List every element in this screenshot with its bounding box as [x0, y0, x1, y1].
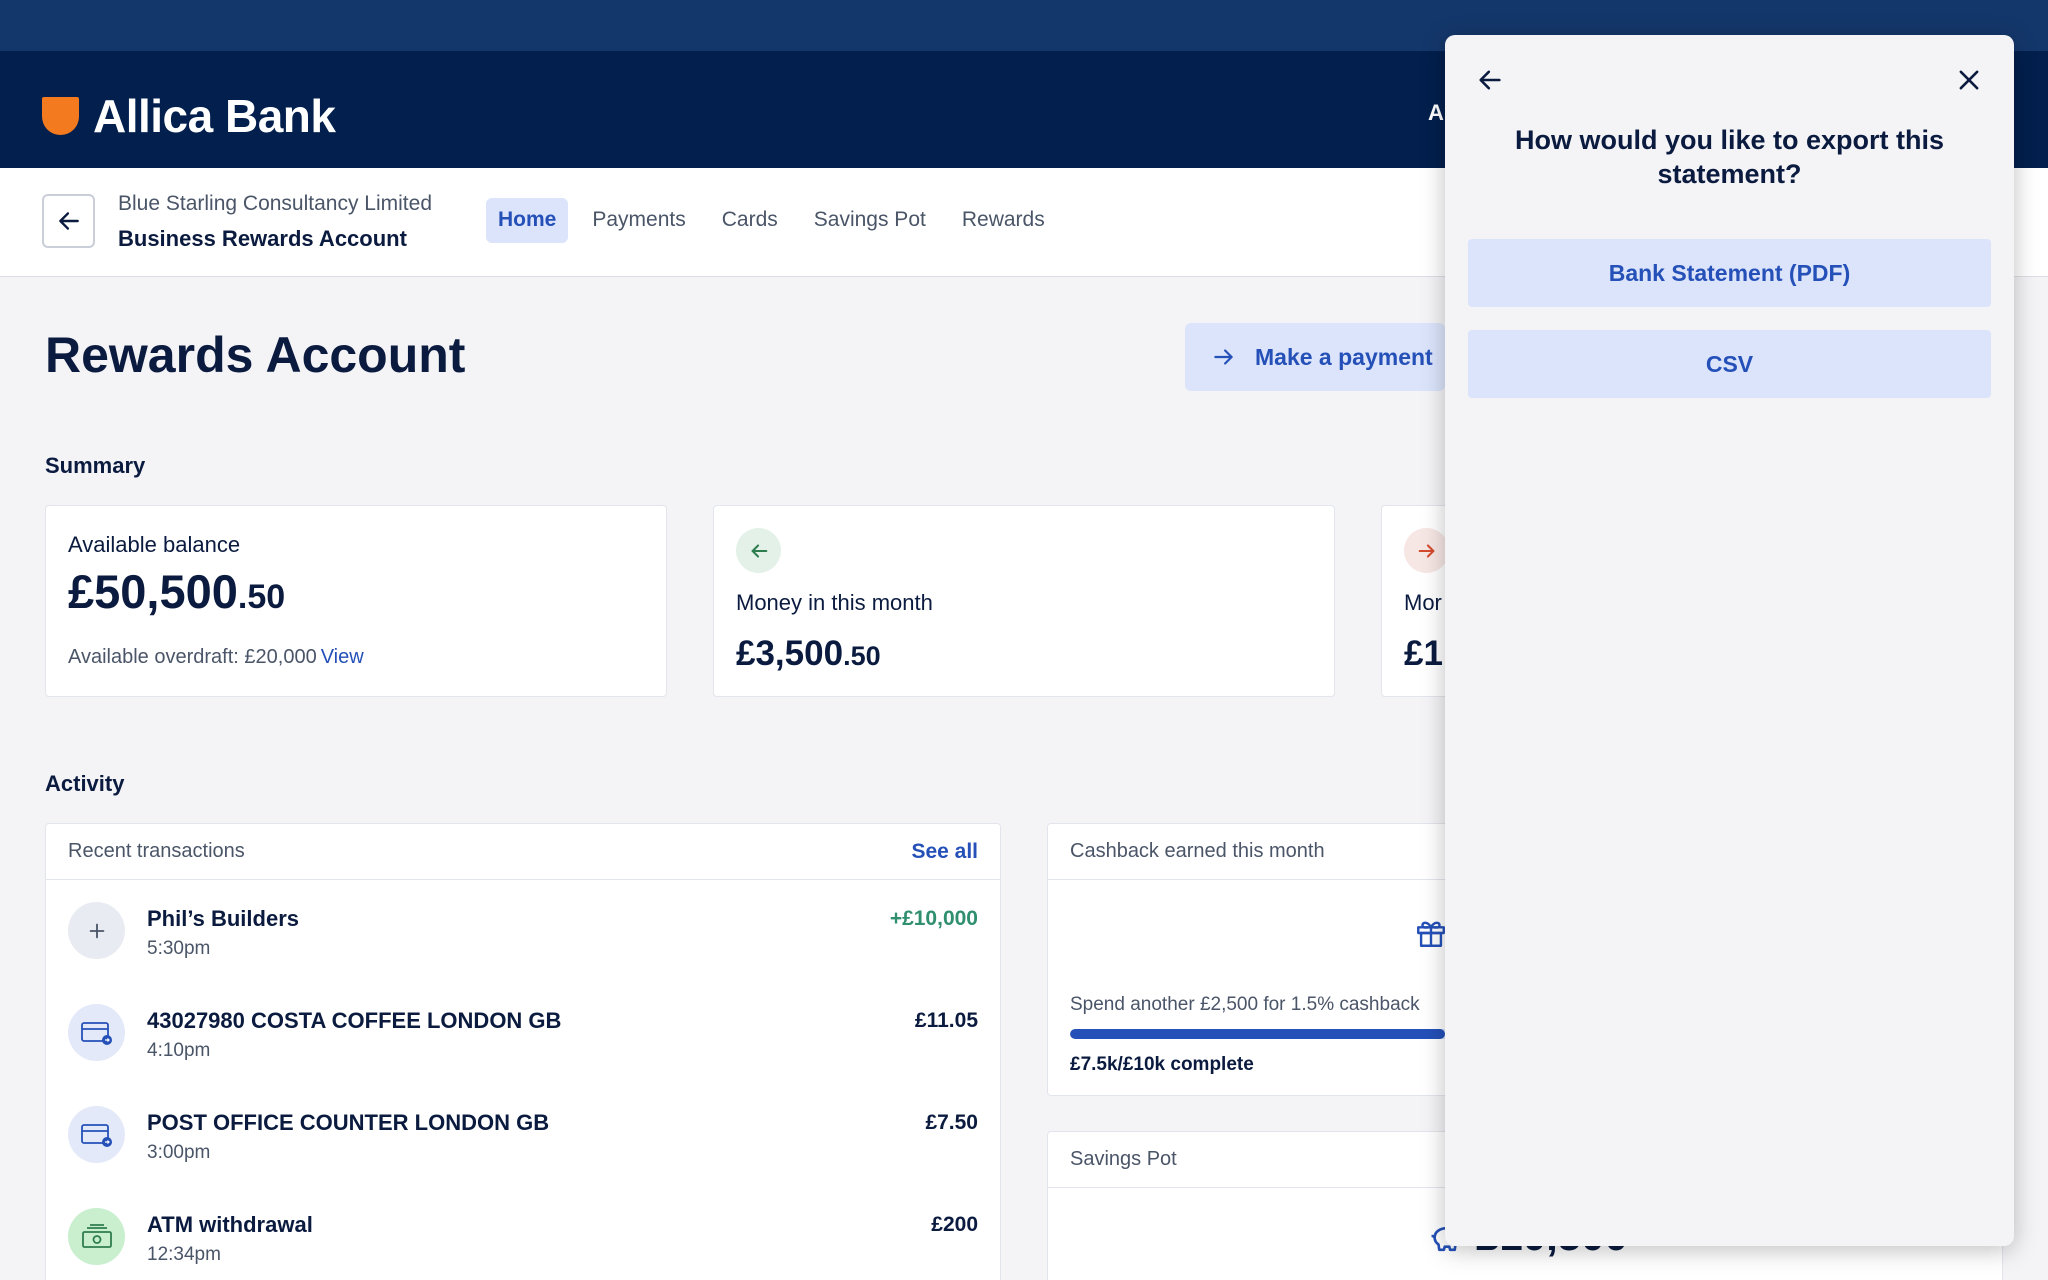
- arrow-right-icon: [1214, 349, 1233, 365]
- money-in-whole: £3,500: [736, 634, 844, 673]
- cashback-progress-label: £7.5k/£10k complete: [1070, 1054, 1254, 1075]
- arrow-left-icon: [1479, 70, 1501, 90]
- transaction-time: 12:34pm: [147, 1244, 221, 1265]
- overdraft-line: Available overdraft: £20,000 View: [68, 646, 364, 669]
- gift-icon: [1417, 921, 1445, 947]
- export-pdf-button[interactable]: Bank Statement (PDF): [1468, 239, 1991, 307]
- money-out-icon: [1404, 528, 1449, 573]
- recent-transactions-title: Recent transactions: [68, 840, 245, 862]
- transaction-time: 3:00pm: [147, 1142, 211, 1163]
- money-in-icon: [736, 528, 781, 573]
- money-in-pence: .50: [843, 641, 881, 671]
- allica-logo[interactable]: Allica Bank: [42, 89, 336, 143]
- shield-logo-icon: [42, 97, 79, 135]
- card-icon: [68, 1106, 125, 1163]
- close-icon: [1959, 70, 1979, 90]
- account-company-name: Blue Starling Consultancy Limited: [118, 192, 432, 215]
- modal-close-button[interactable]: [1952, 63, 1986, 97]
- transaction-amount: £7.50: [925, 1111, 978, 1134]
- modal-back-button[interactable]: [1473, 63, 1507, 97]
- export-statement-modal: How would you like to export this statem…: [1445, 35, 2014, 1246]
- cashback-spend-text: Spend another £2,500 for 1.5% cashback: [1070, 994, 1420, 1015]
- balance-pence: .50: [237, 578, 286, 616]
- make-payment-label: Make a payment: [1255, 343, 1433, 370]
- transaction-row[interactable]: 43027980 COSTA COFFEE LONDON GB 4:10pm £…: [46, 982, 1000, 1084]
- make-payment-button[interactable]: Make a payment: [1185, 323, 1445, 391]
- cashback-progress-fill: [1070, 1029, 1445, 1039]
- transaction-time: 4:10pm: [147, 1040, 211, 1061]
- transaction-row[interactable]: Phil’s Builders 5:30pm +£10,000: [46, 880, 1000, 982]
- account-tabs: Home Payments Cards Savings Pot Rewards: [486, 198, 1057, 243]
- tab-payments[interactable]: Payments: [580, 198, 697, 243]
- modal-title: How would you like to export this statem…: [1514, 125, 1945, 189]
- cash-icon: [68, 1208, 125, 1265]
- see-all-link[interactable]: See all: [911, 840, 978, 864]
- money-in-label: Money in this month: [736, 590, 933, 615]
- transaction-time: 5:30pm: [147, 938, 211, 959]
- savings-pot-title: Savings Pot: [1070, 1148, 1177, 1170]
- activity-heading: Activity: [45, 771, 125, 796]
- money-in-amount: £3,500.50: [736, 634, 881, 674]
- summary-heading: Summary: [45, 453, 146, 478]
- arrow-right-icon: [1418, 543, 1434, 558]
- plus-icon: [68, 902, 125, 959]
- tab-savings-pot[interactable]: Savings Pot: [802, 198, 938, 243]
- transaction-row[interactable]: POST OFFICE COUNTER LONDON GB 3:00pm £7.…: [46, 1084, 1000, 1186]
- transaction-name: ATM withdrawal: [147, 1212, 313, 1237]
- cashback-title: Cashback earned this month: [1070, 840, 1325, 862]
- arrow-left-icon: [751, 543, 767, 558]
- transaction-name: Phil’s Builders: [147, 906, 300, 931]
- money-in-card: Money in this month £3,500.50: [713, 505, 1335, 697]
- header-nav-clipped[interactable]: A: [1428, 100, 1444, 126]
- transaction-amount: £11.05: [914, 1009, 978, 1032]
- balance-amount: £50,500.50: [68, 564, 285, 619]
- transaction-name: POST OFFICE COUNTER LONDON GB: [147, 1110, 550, 1135]
- balance-whole: £50,500: [68, 565, 238, 618]
- tab-rewards[interactable]: Rewards: [950, 198, 1057, 243]
- export-csv-button[interactable]: CSV: [1468, 330, 1991, 398]
- transaction-row[interactable]: ATM withdrawal 12:34pm £200: [46, 1186, 1000, 1280]
- money-out-label: Mor: [1404, 590, 1442, 615]
- tab-home[interactable]: Home: [486, 198, 569, 243]
- account-type: Business Rewards Account: [118, 226, 407, 251]
- recent-transactions-header: Recent transactions See all: [46, 824, 1000, 880]
- brand-name: Allica Bank: [93, 90, 336, 142]
- transaction-name: 43027980 COSTA COFFEE LONDON GB: [147, 1008, 562, 1033]
- overdraft-view-link[interactable]: View: [321, 646, 364, 668]
- transaction-amount: +£10,000: [889, 907, 978, 930]
- tab-cards[interactable]: Cards: [710, 198, 790, 243]
- arrow-left-icon: [58, 212, 79, 230]
- back-button[interactable]: [42, 194, 95, 248]
- overdraft-text: Available overdraft: £20,000: [68, 646, 317, 668]
- recent-transactions-panel: Recent transactions See all Phil’s Build…: [45, 823, 1001, 1280]
- transaction-amount: £200: [931, 1213, 978, 1236]
- balance-card: Available balance £50,500.50 Available o…: [45, 505, 667, 697]
- balance-label: Available balance: [68, 532, 241, 557]
- page-title: Rewards Account: [45, 327, 466, 383]
- card-icon: [68, 1004, 125, 1061]
